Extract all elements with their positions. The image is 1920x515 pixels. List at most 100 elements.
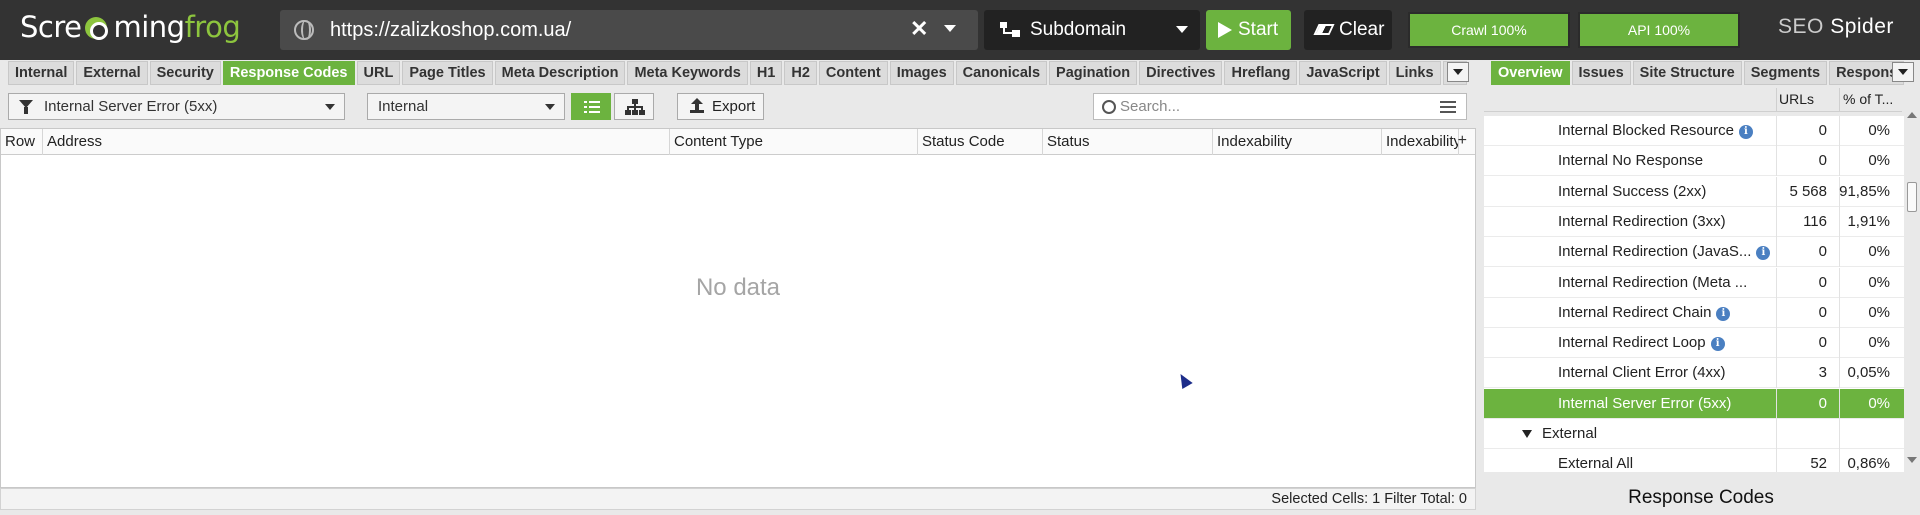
tab-hreflang[interactable]: Hreflang bbox=[1224, 61, 1298, 85]
url-text[interactable]: https://zalizkoshop.com.ua/ bbox=[330, 19, 571, 42]
crawl-progress-bar: Crawl 100% bbox=[1408, 12, 1570, 48]
col-urls[interactable]: URLs bbox=[1779, 91, 1814, 107]
search-input[interactable] bbox=[1120, 96, 1420, 117]
col-status-code[interactable]: Status Code bbox=[918, 129, 1043, 155]
eraser-icon bbox=[1313, 24, 1335, 35]
overview-row[interactable]: External All 52 0,86% bbox=[1484, 449, 1904, 472]
main-tab-bar: Internal External Security Response Codes UR… bbox=[8, 61, 1468, 85]
col-row[interactable]: Row bbox=[1, 129, 43, 155]
overview-row[interactable]: Internal Success (2xx) 5 568 91,85% bbox=[1484, 176, 1904, 207]
tab-issues[interactable]: Issues bbox=[1571, 61, 1631, 85]
overview-row-label: Internal Redirection (Meta ... bbox=[1558, 273, 1748, 291]
tab-security[interactable]: Security bbox=[149, 61, 221, 85]
overview-row[interactable]: Internal Server Error (5xx) 0 0% bbox=[1484, 388, 1904, 419]
overview-row-percent: 0% bbox=[1868, 243, 1890, 261]
tab-meta-description[interactable]: Meta Description bbox=[494, 61, 626, 85]
overview-row-urls: 0 bbox=[1818, 273, 1827, 291]
overview-row-percent: 1,91% bbox=[1847, 212, 1890, 230]
scroll-down-icon[interactable] bbox=[1907, 457, 1917, 463]
play-icon bbox=[1218, 22, 1232, 38]
url-history-dropdown-icon[interactable] bbox=[944, 25, 956, 32]
col-address[interactable]: Address bbox=[43, 129, 670, 155]
upload-icon bbox=[690, 98, 704, 113]
overview-list: Internal Blocked Resource i 0 0% Internal No… bbox=[1484, 116, 1904, 472]
overview-row-label: Internal Redirect Chain i bbox=[1558, 298, 1731, 328]
col-indexability-status[interactable]: Indexability bbox=[1382, 129, 1459, 155]
info-icon[interactable]: i bbox=[1756, 246, 1771, 261]
overview-row[interactable]: Internal Redirect Loop i 0 0% bbox=[1484, 328, 1904, 359]
info-icon[interactable]: i bbox=[1710, 337, 1725, 352]
side-tabs-overflow-icon[interactable] bbox=[1892, 62, 1914, 82]
overview-row-percent: 0% bbox=[1868, 152, 1890, 170]
section-row-external[interactable]: External bbox=[1484, 419, 1904, 449]
tab-h1[interactable]: H1 bbox=[749, 61, 783, 85]
crawl-mode-dropdown[interactable]: Subdomain bbox=[984, 10, 1200, 50]
overview-row-urls: 0 bbox=[1818, 303, 1827, 321]
app-logo: Scre mingfrog bbox=[20, 10, 241, 44]
url-input[interactable]: https://zalizkoshop.com.ua/ ✕ bbox=[280, 10, 978, 50]
overview-row-urls: 0 bbox=[1818, 243, 1827, 261]
overview-row-label: Internal No Response bbox=[1558, 152, 1704, 170]
clear-button[interactable]: Clear bbox=[1304, 10, 1392, 50]
tab-pagination[interactable]: Pagination bbox=[1049, 61, 1138, 85]
start-label: Start bbox=[1238, 19, 1279, 40]
tab-meta-keywords[interactable]: Meta Keywords bbox=[627, 61, 748, 85]
overview-row[interactable]: Internal Redirection (JavaS... i 0 0% bbox=[1484, 237, 1904, 268]
overview-scrollbar[interactable] bbox=[1906, 112, 1918, 472]
overview-row-urls: 5 568 bbox=[1789, 182, 1827, 200]
start-button[interactable]: Start bbox=[1206, 10, 1291, 50]
info-icon[interactable]: i bbox=[1716, 306, 1731, 321]
overview-row[interactable]: Internal Redirection (3xx) 116 1,91% bbox=[1484, 206, 1904, 237]
tab-external[interactable]: External bbox=[76, 61, 148, 85]
tab-h2[interactable]: H2 bbox=[784, 61, 817, 85]
overview-row-label: Internal Server Error (5xx) bbox=[1558, 394, 1732, 412]
tab-directives[interactable]: Directives bbox=[1139, 61, 1223, 85]
col-content-type[interactable]: Content Type bbox=[670, 129, 918, 155]
clear-url-icon[interactable]: ✕ bbox=[910, 16, 928, 42]
response-filter-dropdown[interactable]: Internal Server Error (5xx) bbox=[8, 93, 345, 120]
tab-page-titles[interactable]: Page Titles bbox=[402, 61, 493, 85]
overview-row[interactable]: Internal Redirection (Meta ... 0 0% bbox=[1484, 267, 1904, 298]
overview-row-urls: 0 bbox=[1818, 394, 1827, 412]
add-column-icon[interactable]: + bbox=[1458, 129, 1467, 153]
col-percent[interactable]: % of T... bbox=[1843, 91, 1893, 107]
info-icon[interactable]: i bbox=[1738, 125, 1753, 139]
overview-row-label: Internal Redirection (3xx) bbox=[1558, 212, 1726, 230]
overview-row-percent: 0% bbox=[1868, 394, 1890, 412]
list-icon bbox=[584, 101, 600, 113]
export-button[interactable]: Export bbox=[677, 93, 764, 120]
col-status[interactable]: Status bbox=[1043, 129, 1213, 155]
overview-row[interactable]: Internal Client Error (4xx) 3 0,05% bbox=[1484, 358, 1904, 389]
tab-javascript[interactable]: JavaScript bbox=[1299, 61, 1387, 85]
col-indexability[interactable]: Indexability bbox=[1213, 129, 1382, 155]
overview-row[interactable]: Internal Redirect Chain i 0 0% bbox=[1484, 297, 1904, 328]
expand-triangle-icon[interactable] bbox=[1522, 430, 1532, 438]
overview-row[interactable]: Internal Blocked Resource i 0 0% bbox=[1484, 116, 1904, 146]
overview-row-percent: 0,05% bbox=[1847, 364, 1890, 382]
main-tabs-overflow-icon[interactable] bbox=[1447, 62, 1469, 82]
tab-overview[interactable]: Overview bbox=[1491, 61, 1570, 85]
list-view-button[interactable] bbox=[571, 93, 611, 120]
overview-row[interactable]: Internal No Response 0 0% bbox=[1484, 146, 1904, 177]
tab-site-structure[interactable]: Site Structure bbox=[1632, 61, 1742, 85]
tab-images[interactable]: Images bbox=[889, 61, 954, 85]
search-box[interactable] bbox=[1093, 93, 1467, 120]
scope-filter-dropdown[interactable]: Internal bbox=[367, 93, 565, 120]
tab-canonicals[interactable]: Canonicals bbox=[955, 61, 1048, 85]
filter-settings-icon[interactable] bbox=[1440, 101, 1456, 113]
overview-header: URLs % of T... bbox=[1484, 88, 1902, 112]
tree-view-button[interactable] bbox=[614, 93, 654, 120]
globe-icon bbox=[294, 20, 314, 40]
tab-url[interactable]: URL bbox=[356, 61, 401, 85]
tab-segments[interactable]: Segments bbox=[1743, 61, 1828, 85]
chevron-down-icon bbox=[1176, 26, 1188, 33]
overview-row-percent: 0% bbox=[1868, 303, 1890, 321]
tab-response-codes[interactable]: Response Codes bbox=[222, 61, 355, 85]
tab-content[interactable]: Content bbox=[818, 61, 888, 85]
overview-row-percent: 0% bbox=[1868, 122, 1890, 139]
sitemap-icon bbox=[1000, 22, 1020, 38]
scroll-up-icon[interactable] bbox=[1907, 112, 1917, 118]
tab-internal[interactable]: Internal bbox=[8, 61, 75, 85]
scroll-thumb[interactable] bbox=[1907, 182, 1917, 212]
tab-links[interactable]: Links bbox=[1388, 61, 1441, 85]
